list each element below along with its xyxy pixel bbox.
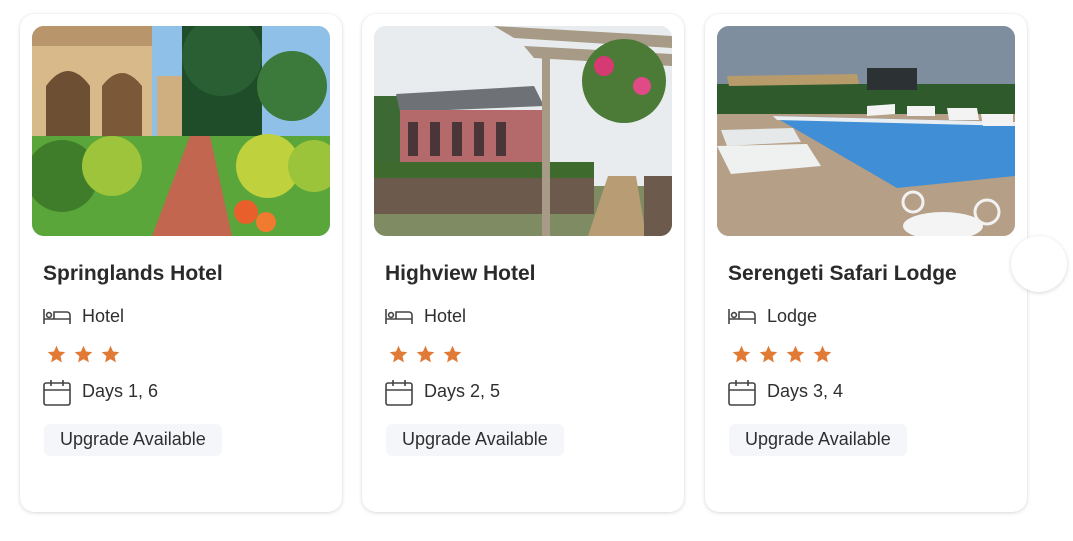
accommodation-carousel: Springlands Hotel Hotel Days 1, 6 Upgrad…: [0, 0, 1073, 541]
star-icon: [812, 344, 833, 365]
stay-days: Days 3, 4: [727, 379, 844, 406]
accommodation-type-label: Hotel: [424, 305, 467, 326]
upgrade-available-badge[interactable]: Upgrade Available: [729, 424, 907, 456]
stay-days: Days 2, 5: [384, 379, 501, 406]
hotel-photo: [717, 26, 1015, 236]
hotel-name: Springlands Hotel: [43, 262, 223, 285]
star-icon: [415, 344, 436, 365]
accommodation-card[interactable]: Serengeti Safari Lodge Lodge Days 3, 4 U…: [705, 14, 1027, 512]
star-icon: [442, 344, 463, 365]
upgrade-available-badge[interactable]: Upgrade Available: [386, 424, 564, 456]
bed-icon: [42, 304, 72, 328]
hotel-photo: [374, 26, 672, 236]
accommodation-type: Hotel: [384, 304, 466, 328]
star-icon: [758, 344, 779, 365]
bed-icon: [727, 304, 757, 328]
calendar-icon: [727, 379, 757, 406]
accommodation-type-label: Lodge: [767, 305, 818, 326]
hotel-photo: [32, 26, 330, 236]
calendar-icon: [384, 379, 414, 406]
bed-icon: [384, 304, 414, 328]
star-rating: [731, 344, 833, 365]
star-icon: [731, 344, 752, 365]
stay-days-label: Days 2, 5: [424, 380, 501, 401]
star-rating: [388, 344, 463, 365]
hotel-name: Serengeti Safari Lodge: [728, 262, 957, 285]
calendar-icon: [42, 379, 72, 406]
hotel-name: Highview Hotel: [385, 262, 536, 285]
stay-days-label: Days 3, 4: [767, 380, 844, 401]
star-icon: [46, 344, 67, 365]
star-icon: [100, 344, 121, 365]
accommodation-type-label: Hotel: [82, 305, 125, 326]
star-icon: [73, 344, 94, 365]
accommodation-card[interactable]: Springlands Hotel Hotel Days 1, 6 Upgrad…: [20, 14, 342, 512]
stay-days-label: Days 1, 6: [82, 380, 159, 401]
next-arrow-icon[interactable]: [1011, 236, 1067, 292]
accommodation-card[interactable]: Highview Hotel Hotel Days 2, 5 Upgrade A…: [362, 14, 684, 512]
stay-days: Days 1, 6: [42, 379, 159, 406]
star-rating: [46, 344, 121, 365]
upgrade-available-badge[interactable]: Upgrade Available: [44, 424, 222, 456]
star-icon: [785, 344, 806, 365]
accommodation-type: Hotel: [42, 304, 124, 328]
accommodation-type: Lodge: [727, 304, 817, 328]
star-icon: [388, 344, 409, 365]
